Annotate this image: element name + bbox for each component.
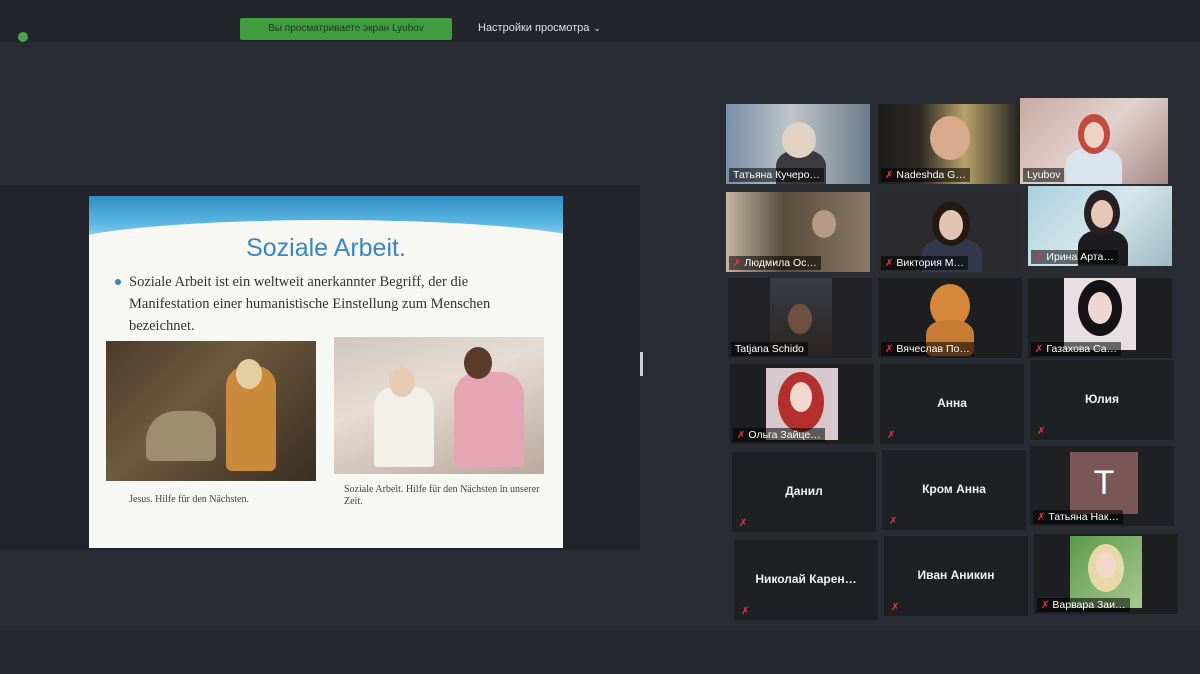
chevron-down-icon: ⌄ xyxy=(593,23,601,33)
participant-name: Lyubov xyxy=(1023,168,1065,182)
participant-tile[interactable]: Данил ✗ xyxy=(732,452,876,532)
elderly-person-shape xyxy=(374,387,434,467)
face-shape xyxy=(939,210,963,240)
participant-name: ✗ Ирина Арта… xyxy=(1031,250,1118,264)
participant-tile[interactable]: Татьяна Кучеро… xyxy=(726,104,870,184)
participant-name: Кром Анна xyxy=(922,482,986,496)
figure-head-shape xyxy=(236,359,262,389)
participant-tile[interactable]: ✗ Варвара Заи… xyxy=(1034,534,1178,614)
participant-tile[interactable]: Анна ✗ xyxy=(880,364,1024,444)
elderly-head-shape xyxy=(389,367,415,397)
face-shape xyxy=(790,382,812,412)
presentation-slide: Soziale Arbeit. Soziale Arbeit ist ein w… xyxy=(89,196,563,548)
participant-tile[interactable]: Иван Аникин ✗ xyxy=(884,536,1028,616)
muted-mic-icon: ✗ xyxy=(1037,512,1046,523)
muted-mic-icon: ✗ xyxy=(885,258,894,269)
caregiver-head-shape xyxy=(464,347,492,379)
bullet-icon xyxy=(115,279,121,285)
participant-name: Татьяна Кучеро… xyxy=(729,168,824,182)
muted-mic-icon: ✗ xyxy=(741,606,750,617)
view-options-button[interactable]: Настройки просмотра ⌄ xyxy=(478,22,601,34)
panel-splitter-handle[interactable] xyxy=(640,352,643,376)
muted-mic-icon: ✗ xyxy=(733,258,742,269)
participant-name: ✗ Татьяна Нак… xyxy=(1033,510,1123,524)
participant-tile[interactable]: ✗ Вячеслав По… xyxy=(878,278,1022,358)
participant-name: ✗ Газахова Са… xyxy=(1031,342,1122,356)
muted-mic-icon: ✗ xyxy=(737,430,746,441)
muted-mic-icon: ✗ xyxy=(891,602,900,613)
participant-name: Tatjana Schido xyxy=(731,342,808,356)
participant-name: Анна xyxy=(937,396,967,410)
participant-tile-active-speaker[interactable]: Lyubov xyxy=(1020,98,1168,184)
participant-name: ✗ Вячеслав По… xyxy=(881,342,974,356)
mute-indicator: ✗ xyxy=(885,514,904,528)
avatar: T xyxy=(1070,452,1138,514)
view-options-label: Настройки просмотра xyxy=(478,22,590,34)
participant-name: Николай Карен… xyxy=(755,572,857,586)
muted-mic-icon: ✗ xyxy=(1037,426,1046,437)
meeting-top-bar xyxy=(0,0,1200,42)
slide-title: Soziale Arbeit. xyxy=(246,234,406,262)
mute-indicator: ✗ xyxy=(737,604,756,618)
mute-indicator: ✗ xyxy=(1033,424,1052,438)
mute-indicator: ✗ xyxy=(735,516,754,530)
muted-mic-icon: ✗ xyxy=(889,516,898,527)
participant-tile[interactable]: ✗ Людмила Ос… xyxy=(726,192,870,272)
muted-mic-icon: ✗ xyxy=(739,518,748,529)
face-shape xyxy=(1091,200,1113,228)
participant-tile[interactable]: ✗ Ирина Арта… xyxy=(1028,186,1172,266)
face-shape xyxy=(788,304,812,334)
face-shape xyxy=(930,116,970,160)
participant-tile[interactable]: ✗ Газахова Са… xyxy=(1028,278,1172,358)
connection-status-icon[interactable] xyxy=(18,32,28,42)
meeting-bottom-area xyxy=(0,630,1200,674)
slide-image-social-work xyxy=(334,337,544,474)
participant-tile[interactable]: ✗ Виктория М… xyxy=(878,192,1022,272)
slide-image-jesus xyxy=(106,341,316,481)
participant-tile[interactable]: ✗ Nadeshda G… xyxy=(878,104,1022,184)
muted-mic-icon: ✗ xyxy=(885,344,894,355)
muted-mic-icon: ✗ xyxy=(885,170,894,181)
participant-tile[interactable]: Юлия ✗ xyxy=(1030,360,1174,440)
mute-indicator: ✗ xyxy=(883,428,902,442)
participant-name: ✗ Варвара Заи… xyxy=(1037,598,1130,612)
face-shape xyxy=(1084,122,1104,148)
participant-name: ✗ Виктория М… xyxy=(881,256,969,270)
muted-mic-icon: ✗ xyxy=(1041,600,1050,611)
participant-tile[interactable]: ✗ Ольга Зайце… xyxy=(730,364,874,444)
muted-mic-icon: ✗ xyxy=(887,430,896,441)
muted-mic-icon: ✗ xyxy=(1035,252,1044,263)
participant-name: Иван Аникин xyxy=(917,568,995,582)
caption-left: Jesus. Hilfe für den Nächsten. xyxy=(129,494,249,505)
participant-name: ✗ Людмила Ос… xyxy=(729,256,821,270)
participant-tile[interactable]: T ✗ Татьяна Нак… xyxy=(1030,446,1174,526)
face-shape xyxy=(1088,292,1112,324)
mute-indicator: ✗ xyxy=(887,600,906,614)
participant-tile[interactable]: Николай Карен… ✗ xyxy=(734,540,878,620)
kneeling-figure-shape xyxy=(146,411,216,461)
face-shape xyxy=(782,122,816,158)
participant-tile[interactable]: Tatjana Schido xyxy=(728,278,872,358)
face-shape xyxy=(1096,552,1116,578)
caption-right: Soziale Arbeit. Hilfe für den Nächsten i… xyxy=(344,484,540,507)
face-shape xyxy=(812,210,836,238)
participant-name: ✗ Ольга Зайце… xyxy=(733,428,825,442)
participant-name: Данил xyxy=(785,484,823,498)
participant-name: ✗ Nadeshda G… xyxy=(881,168,970,182)
participant-tile[interactable]: Кром Анна ✗ xyxy=(882,450,1026,530)
screen-share-banner: Вы просматриваете экран Lyubov xyxy=(240,18,452,40)
muted-mic-icon: ✗ xyxy=(1035,344,1044,355)
participant-name: Юлия xyxy=(1084,392,1120,406)
caregiver-shape xyxy=(454,372,524,467)
slide-bullet-text: Soziale Arbeit ist ein weltweit anerkann… xyxy=(129,274,491,334)
